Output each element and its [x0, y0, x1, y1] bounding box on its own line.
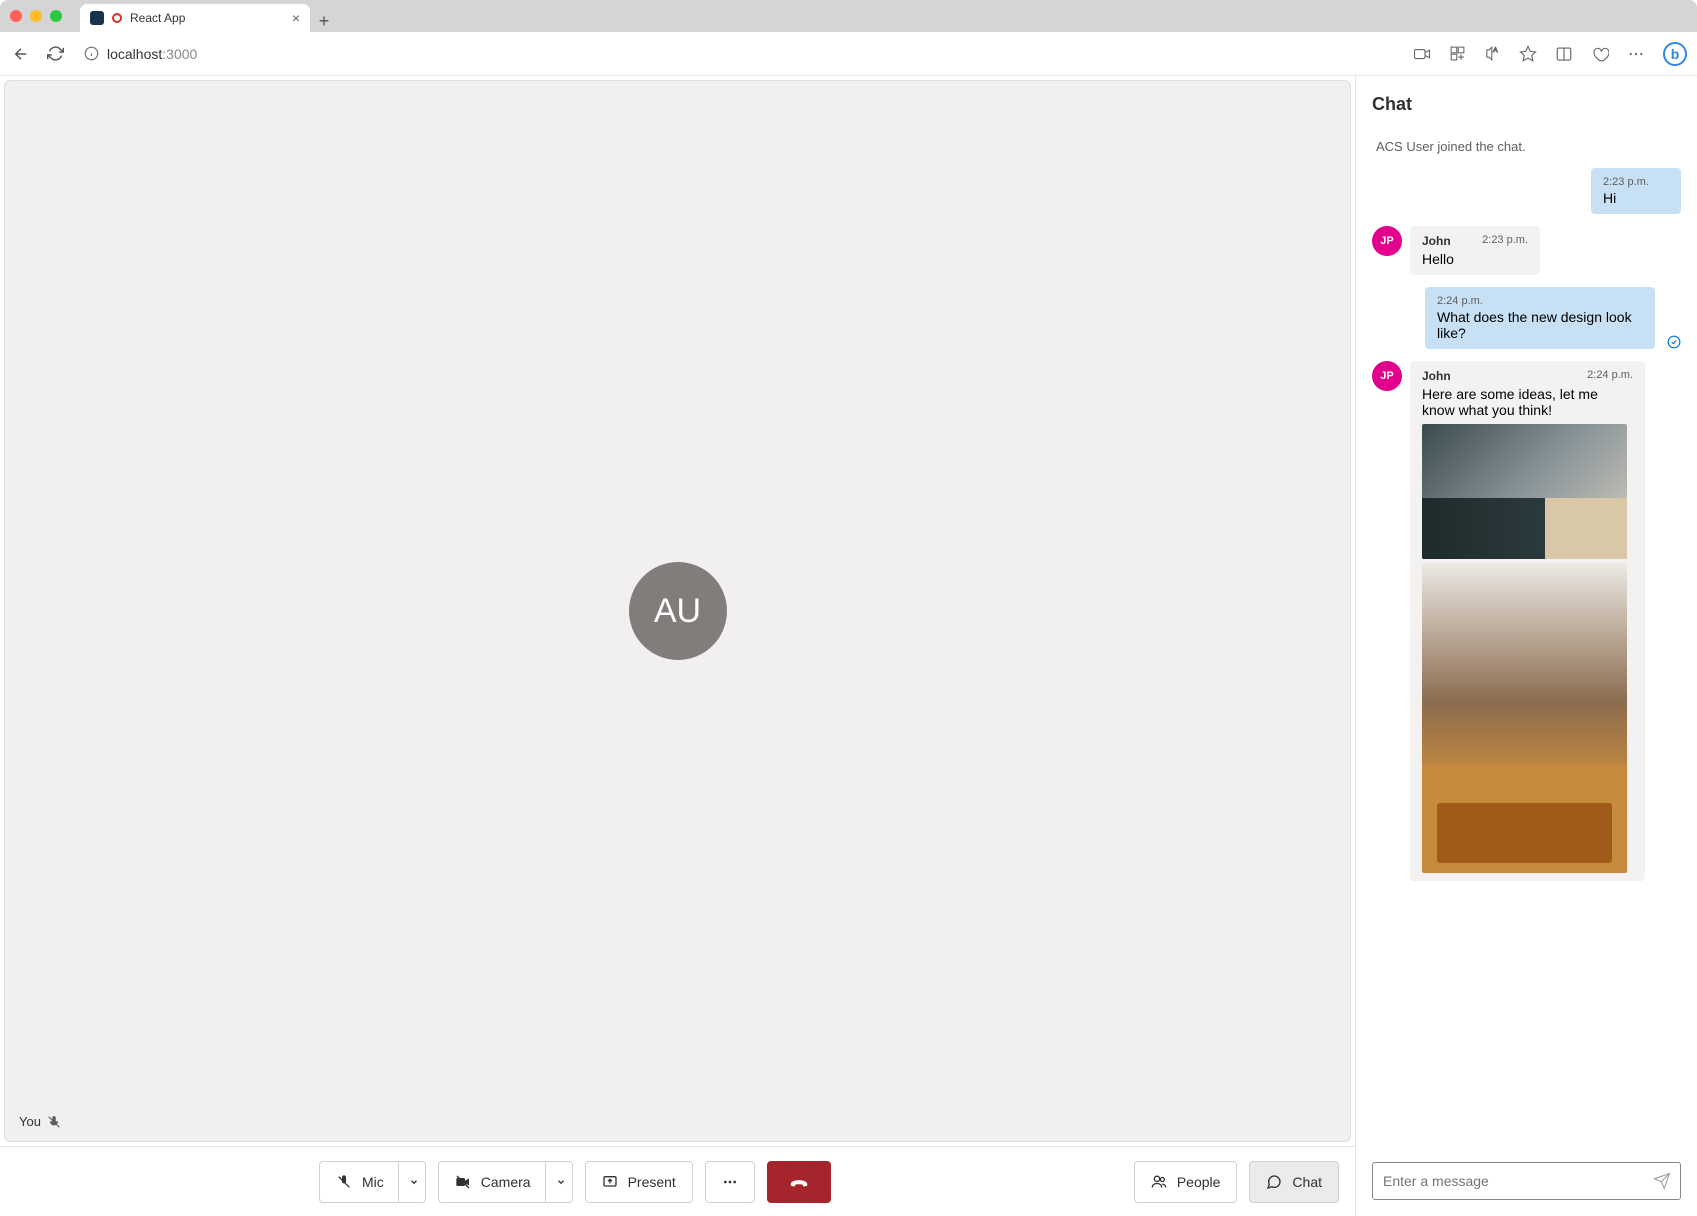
extensions-icon[interactable] — [1449, 45, 1466, 62]
message-sender: John — [1422, 369, 1451, 383]
read-receipt-icon — [1667, 335, 1681, 349]
close-window-button[interactable] — [10, 10, 22, 22]
message-text: Here are some ideas, let me know what yo… — [1422, 386, 1598, 418]
message-time: 2:23 p.m. — [1603, 176, 1669, 188]
camera-icon[interactable] — [1413, 45, 1431, 63]
favicon-icon — [90, 11, 104, 25]
back-button[interactable] — [10, 43, 32, 65]
mic-muted-icon — [47, 1115, 61, 1129]
collections-icon[interactable] — [1591, 45, 1609, 63]
chat-panel: Chat ACS User joined the chat. 2:23 p.m.… — [1355, 76, 1697, 1216]
people-icon — [1151, 1174, 1167, 1190]
image-attachment[interactable] — [1422, 563, 1627, 873]
mic-off-icon — [336, 1174, 352, 1190]
message-bubble-incoming[interactable]: John 2:23 p.m. Hello — [1410, 226, 1540, 275]
info-icon — [84, 46, 99, 61]
share-screen-icon — [602, 1174, 618, 1190]
browser-right-toolbar: A b — [1413, 42, 1687, 66]
send-icon[interactable] — [1653, 1172, 1671, 1190]
more-options-button[interactable] — [705, 1161, 755, 1203]
svg-text:A: A — [1493, 47, 1498, 54]
sender-avatar: JP — [1372, 226, 1402, 256]
minimize-window-button[interactable] — [30, 10, 42, 22]
chevron-down-icon[interactable] — [545, 1162, 566, 1202]
read-aloud-icon[interactable]: A — [1484, 45, 1501, 62]
recording-indicator-icon — [112, 13, 122, 23]
camera-button[interactable]: Camera — [438, 1161, 573, 1203]
message-time: 2:23 p.m. — [1482, 234, 1528, 246]
message-row: JP John 2:23 p.m. Hello — [1372, 226, 1681, 275]
participant-avatar: AU — [629, 562, 727, 660]
camera-off-icon — [455, 1174, 471, 1190]
message-text: Hi — [1603, 190, 1616, 206]
people-button[interactable]: People — [1134, 1161, 1238, 1203]
chat-icon — [1266, 1174, 1282, 1190]
bing-icon[interactable]: b — [1663, 42, 1687, 66]
chat-input[interactable] — [1372, 1162, 1681, 1200]
call-controls-bar: Mic Camera Present — [0, 1146, 1355, 1216]
traffic-lights — [10, 10, 62, 22]
video-stage: AU You — [4, 80, 1351, 1142]
chat-button[interactable]: Chat — [1249, 1161, 1339, 1203]
split-screen-icon[interactable] — [1555, 45, 1573, 63]
present-button[interactable]: Present — [585, 1161, 693, 1203]
hangup-button[interactable] — [767, 1161, 831, 1203]
ellipsis-icon — [722, 1174, 738, 1190]
maximize-window-button[interactable] — [50, 10, 62, 22]
message-row: JP John 2:24 p.m. Here are some ideas, l… — [1372, 361, 1681, 881]
system-message: ACS User joined the chat. — [1372, 133, 1681, 168]
app-root: AU You Mic Camera — [0, 76, 1697, 1216]
tab-title: React App — [130, 11, 185, 25]
avatar-initials: AU — [654, 592, 701, 631]
chat-title: Chat — [1356, 76, 1697, 125]
sender-avatar: JP — [1372, 361, 1402, 391]
browser-tabs: React App × + — [80, 0, 338, 32]
mic-button[interactable]: Mic — [319, 1161, 426, 1203]
url-host: localhost — [107, 46, 162, 62]
hangup-icon — [788, 1171, 810, 1193]
browser-toolbar: localhost:3000 A b — [0, 32, 1697, 76]
address-bar[interactable]: localhost:3000 — [78, 46, 1401, 62]
message-text: Hello — [1422, 251, 1454, 267]
chevron-down-icon[interactable] — [398, 1162, 419, 1202]
chat-thread[interactable]: ACS User joined the chat. 2:23 p.m. Hi J… — [1356, 125, 1697, 1150]
message-sender: John — [1422, 234, 1451, 248]
chat-compose — [1356, 1150, 1697, 1216]
message-time: 2:24 p.m. — [1437, 295, 1643, 307]
url-port: :3000 — [162, 46, 197, 62]
message-row: 2:24 p.m. What does the new design look … — [1372, 287, 1681, 349]
more-icon[interactable] — [1627, 45, 1645, 63]
macos-titlebar: React App × + — [0, 0, 1697, 32]
message-bubble-outgoing[interactable]: 2:23 p.m. Hi — [1591, 168, 1681, 214]
favorites-icon[interactable] — [1519, 45, 1537, 63]
new-tab-button[interactable]: + — [310, 11, 338, 32]
message-bubble-outgoing[interactable]: 2:24 p.m. What does the new design look … — [1425, 287, 1655, 349]
message-bubble-incoming[interactable]: John 2:24 p.m. Here are some ideas, let … — [1410, 361, 1645, 881]
message-text: What does the new design look like? — [1437, 309, 1632, 341]
refresh-button[interactable] — [44, 43, 66, 65]
message-row: 2:23 p.m. Hi — [1372, 168, 1681, 214]
close-tab-icon[interactable]: × — [292, 10, 300, 26]
browser-tab-active[interactable]: React App × — [80, 4, 310, 32]
self-label: You — [19, 1114, 61, 1129]
image-attachment[interactable] — [1422, 424, 1627, 559]
message-time: 2:24 p.m. — [1587, 369, 1633, 381]
